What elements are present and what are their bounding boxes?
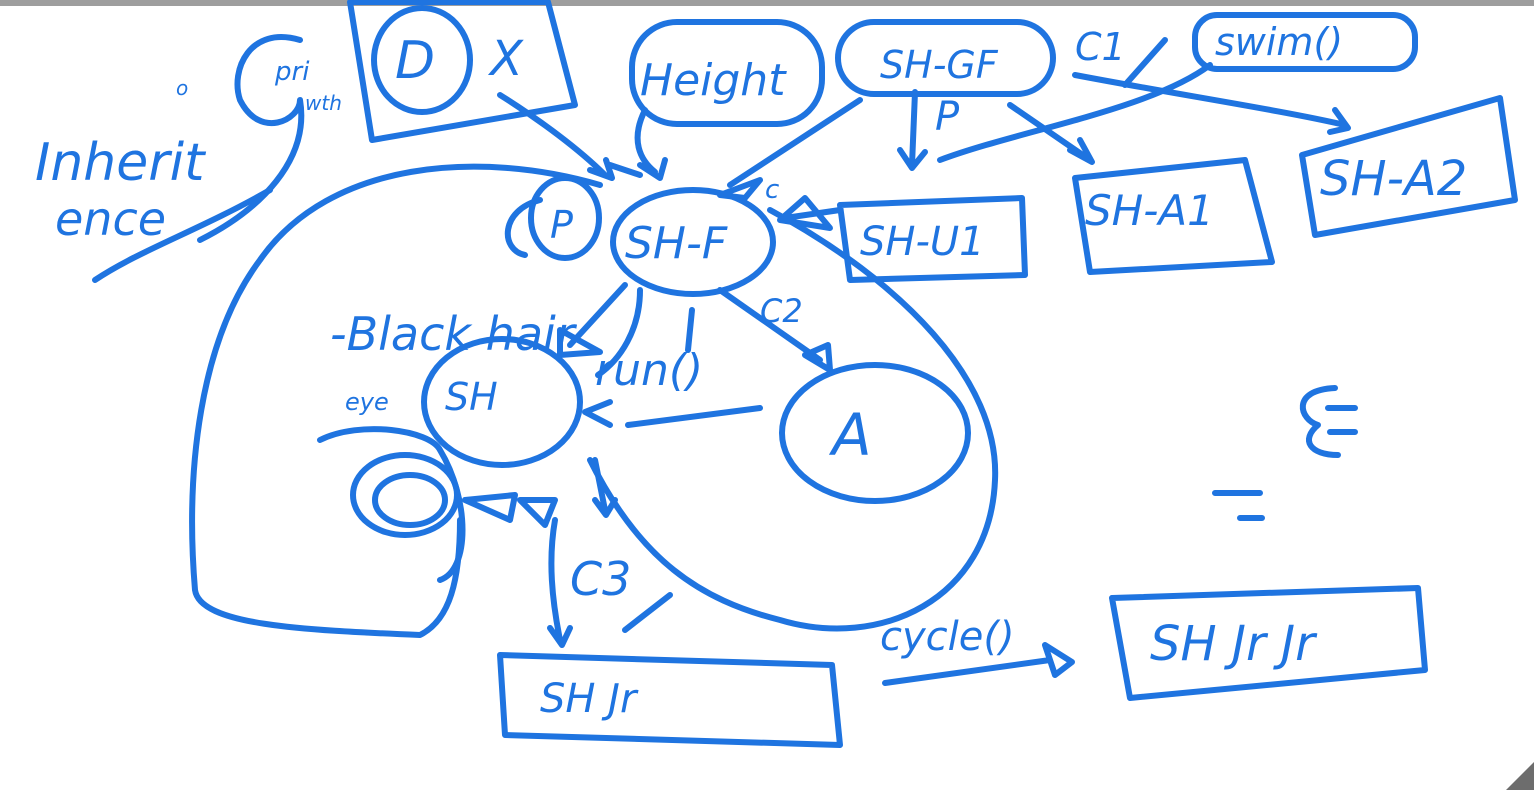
arrow-f-to-run-2 [685,307,695,353]
swim-strike [1122,37,1168,88]
c2-label: C2 [760,292,803,330]
sh-a2-label: SH-A2 [1320,151,1467,207]
sh-label: SH [445,375,498,419]
c-top-label: c [765,175,779,205]
a-label: A [828,401,872,469]
x-label: X [487,31,524,87]
inherit-label: Inherit [35,133,206,193]
enclosing-loop [189,163,603,638]
sh-f-label: SH-F [625,218,728,269]
eye-label: eye [345,388,389,416]
whiteboard-canvas: Inherit ence o pri wth D X Height SH-GF … [35,0,1518,748]
arrow-a-to-sh [582,399,763,428]
pri-label: pri [274,57,310,87]
c3-strike [622,592,673,633]
equals-scribble-1 [1325,405,1358,435]
arrow-e-right [462,492,558,528]
triangle-head-c [717,177,763,201]
sh-u1-label: SH-U1 [860,219,985,265]
sh-jr-label: SH Jr [540,676,639,722]
o-mark: o [176,76,188,100]
p-left-label: P [550,203,573,247]
ence-label: ence [55,192,166,246]
swim-label: swim() [1215,20,1343,64]
equals-scribble-2 [1212,490,1265,521]
resize-corner[interactable] [1506,762,1534,790]
run-label: run() [595,345,703,396]
arrow-to-jr-left [547,517,573,648]
c1-label: C1 [1075,25,1126,69]
arrow-gf-to-u1 [897,89,928,171]
height-label: Height [640,55,787,106]
c3-label: C3 [570,552,631,606]
sh-a1-label: SH-A1 [1085,186,1214,235]
cycle-label: cycle() [880,614,1015,660]
arrow-u1-to-f [777,195,843,231]
sh-gf-label: SH-GF [880,43,999,87]
brace-scribble [1299,385,1341,458]
arrow-gf-to-a2 [1072,72,1351,135]
d-label: D [395,31,435,91]
e-loop-tail [317,426,466,583]
wth-label: wth [305,91,342,115]
e-loop-inner [372,472,448,528]
p-top-label: P [935,94,960,140]
sh-jr-jr-label: SH Jr Jr [1150,616,1318,672]
a-node [779,362,971,504]
arrow-gf-to-f [727,97,863,188]
